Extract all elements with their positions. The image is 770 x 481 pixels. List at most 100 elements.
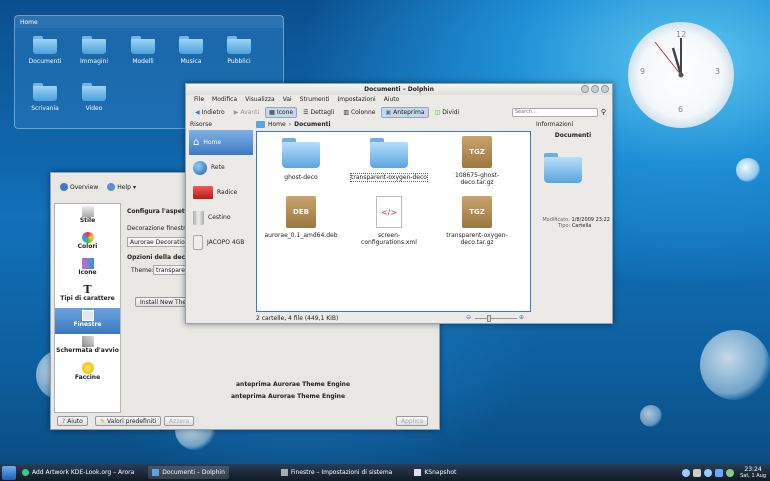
file-item[interactable]: TGZ 108675-ghost-deco.tar.gz	[439, 136, 515, 186]
style-icon	[81, 206, 94, 217]
category-item[interactable]: Colori	[55, 230, 120, 256]
split-icon: ◫	[434, 108, 441, 116]
place-item[interactable]: JACOPO 4GB	[189, 230, 253, 255]
tray-icon[interactable]	[704, 468, 713, 477]
maximize-icon[interactable]	[591, 85, 599, 93]
reset-button[interactable]: Azzera	[164, 416, 195, 426]
dolphin-toolbar: ◀ Indietro ▶ Avanti ▦ Icone ☰ Dettagli ▥ Colo…	[186, 105, 612, 119]
overview-button[interactable]: Overview	[57, 182, 101, 192]
category-item-selected[interactable]: Finestre	[55, 308, 120, 334]
file-view: ghost-deco transparent-oxygen-deco TGZ 10…	[256, 131, 531, 312]
menu-view[interactable]: Visualizza	[245, 96, 275, 104]
desktop-icon[interactable]: Documenti	[21, 36, 69, 65]
file-item[interactable]: TGZ transparent-oxygen-deco.tar.gz	[439, 196, 515, 246]
apply-button[interactable]: Applica	[396, 416, 429, 426]
desktop-icon[interactable]: Video	[70, 83, 118, 112]
defaults-button[interactable]: ✎ Valori predefiniti	[95, 416, 162, 426]
camera-icon	[414, 469, 422, 476]
search-input[interactable]	[511, 107, 598, 117]
folder-icon	[282, 138, 320, 168]
network-globe-icon	[193, 160, 207, 175]
zoom-out-icon[interactable]: ⊖	[466, 314, 471, 321]
help-icon: ?	[62, 417, 66, 425]
preview-button[interactable]: ▣ Anteprima	[381, 106, 429, 118]
decoration-label: Decorazione finestra	[127, 225, 190, 232]
digital-clock[interactable]: 23:24 Sat, 1 Aug	[740, 466, 766, 479]
place-item[interactable]: Radice	[189, 180, 253, 205]
place-item[interactable]: ⌂ Home	[189, 130, 253, 155]
folder-icon	[370, 138, 408, 168]
zoom-handle[interactable]	[487, 315, 491, 322]
desktop-icon[interactable]: Pubblici	[215, 36, 263, 65]
category-item[interactable]: T Tipi di carattere	[55, 282, 120, 308]
folder-icon	[82, 83, 106, 101]
task-item[interactable]: KSnapshot	[410, 466, 460, 479]
columns-view-button[interactable]: ▥ Colonne	[340, 108, 378, 117]
info-name: Documenti	[554, 132, 592, 139]
minimize-icon[interactable]	[581, 85, 589, 93]
analog-clock-widget[interactable]: 12 3 6 9	[628, 22, 734, 128]
trash-icon	[193, 210, 204, 225]
root-folder-icon	[193, 186, 213, 199]
tray-icon[interactable]	[726, 468, 735, 477]
zoom-slider[interactable]: ⊖ ⊕	[466, 314, 526, 322]
desktop-icon[interactable]: Modelli	[119, 36, 167, 65]
menu-edit[interactable]: Modifica	[212, 96, 237, 104]
kde-menu-icon[interactable]	[2, 465, 16, 480]
xml-file-icon: </>	[376, 196, 402, 228]
menu-help[interactable]: Aiuto	[384, 96, 400, 104]
folder-icon	[33, 83, 57, 101]
chevron-right-icon: ›	[288, 121, 292, 128]
breadcrumb-home[interactable]: Home	[268, 121, 286, 128]
task-item-active[interactable]: Documenti – Dolphin	[148, 466, 229, 479]
category-item[interactable]: Faccine	[55, 360, 120, 386]
help-button[interactable]: Help ▾	[104, 182, 139, 192]
category-item[interactable]: Stile	[55, 204, 120, 230]
dolphin-window: Documenti – Dolphin File Modifica Visual…	[185, 83, 613, 324]
menu-go[interactable]: Vai	[283, 96, 292, 104]
file-item[interactable]: DEB aurorae_0.1_amd64.deb	[263, 196, 339, 239]
menu-file[interactable]: File	[194, 96, 204, 104]
menu-settings[interactable]: Impostazioni	[337, 96, 375, 104]
clock-hands-icon	[654, 38, 684, 78]
zoom-in-icon[interactable]: ⊕	[519, 314, 524, 321]
back-arrow-icon	[60, 183, 68, 191]
desktop-icon[interactable]: Scrivania	[21, 83, 69, 112]
dolphin-titlebar[interactable]: Documenti – Dolphin	[186, 84, 612, 95]
status-bar: 2 cartelle, 4 file (449,1 KiB)	[256, 315, 339, 322]
theme-select[interactable]: transparent-	[153, 265, 187, 275]
folder-icon	[33, 36, 57, 54]
category-list: Stile Colori Icone T Tipi di carattere Fi…	[54, 203, 121, 413]
place-item[interactable]: Rete	[189, 155, 253, 180]
details-view-button[interactable]: ☰ Dettagli	[300, 108, 337, 117]
place-item[interactable]: Cestino	[189, 205, 253, 230]
help-bottom-button[interactable]: ? Aiuto	[57, 416, 88, 426]
tray-icon[interactable]	[693, 468, 702, 477]
taskbar: Add Artwork KDE-Look.org – Arora Documen…	[0, 464, 770, 481]
windows-icon	[81, 310, 94, 321]
decoration-select[interactable]: Aurorae Decoration Th	[127, 237, 187, 247]
split-button[interactable]: ◫ Dividi	[432, 108, 463, 117]
task-item[interactable]: Finestre – Impostazioni di sistema	[277, 466, 396, 479]
menu-tools[interactable]: Strumenti	[300, 96, 330, 104]
icons-view-button[interactable]: ▦ Icone	[265, 106, 298, 118]
back-arrow-icon: ◀	[195, 108, 200, 116]
breadcrumb-current[interactable]: Documenti	[294, 121, 330, 128]
file-item[interactable]: transparent-oxygen-deco	[350, 138, 428, 182]
tray-icon[interactable]	[682, 468, 691, 477]
wallpaper-bubble	[640, 405, 662, 427]
file-item[interactable]: </> screen-configurations.xml	[351, 196, 427, 246]
defaults-icon: ✎	[100, 417, 106, 425]
back-button[interactable]: ◀ Indietro	[192, 108, 228, 117]
window-buttons	[581, 85, 609, 93]
close-icon[interactable]	[601, 85, 609, 93]
category-item[interactable]: Schermata d'avvio	[55, 334, 120, 360]
binoculars-icon[interactable]: ⚲	[601, 108, 606, 116]
file-item[interactable]: ghost-deco	[263, 138, 339, 181]
category-item[interactable]: Icone	[55, 256, 120, 282]
desktop-icon[interactable]: Immagini	[70, 36, 118, 65]
forward-button[interactable]: ▶ Avanti	[231, 108, 262, 117]
task-item[interactable]: Add Artwork KDE-Look.org – Arora	[18, 466, 138, 479]
tray-icon[interactable]	[715, 468, 724, 477]
desktop-icon[interactable]: Musica	[167, 36, 215, 65]
